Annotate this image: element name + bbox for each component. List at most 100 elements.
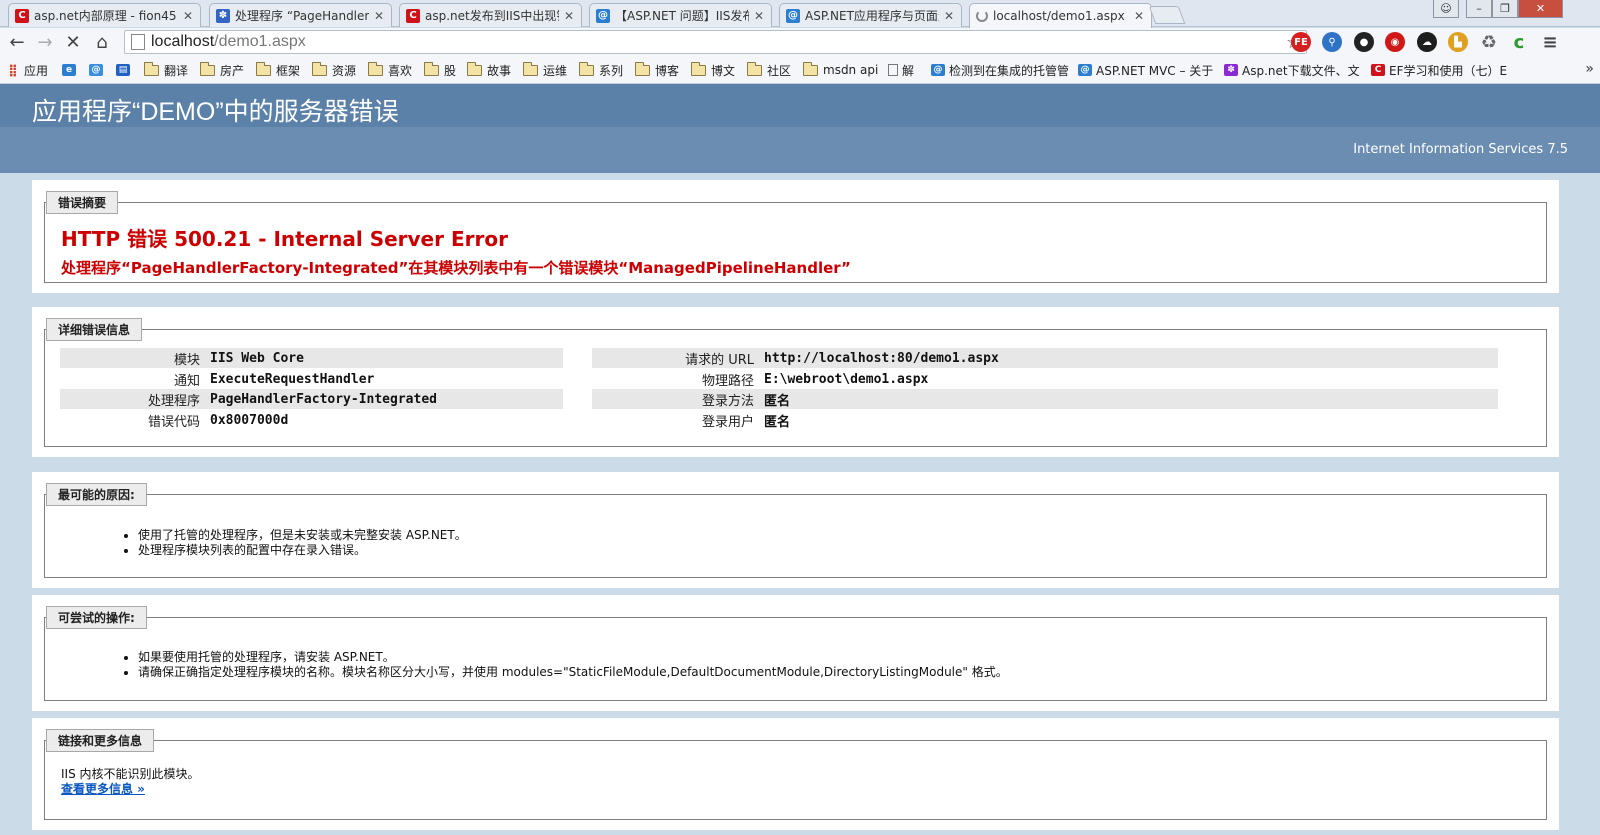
profile-icon[interactable]: ☺	[1433, 0, 1459, 18]
bookmark-15[interactable]: 博文	[691, 60, 735, 80]
page-icon	[888, 64, 898, 76]
more-info-link[interactable]: 查看更多信息 »	[61, 782, 145, 797]
forward-icon[interactable]: →	[34, 31, 56, 53]
close-window-icon[interactable]: ✕	[1518, 0, 1563, 18]
fe-extension-icon[interactable]: FE	[1291, 32, 1311, 52]
dark-orb-extension-icon[interactable]: ●	[1354, 32, 1374, 52]
error-title: HTTP 错误 500.21 - Internal Server Error	[61, 227, 508, 251]
bookmark-7[interactable]: 框架	[256, 60, 300, 80]
tab-3[interactable]: Casp.net发布到IIS中出现错 ✕	[399, 3, 582, 27]
detail-row: 通知 ExecuteRequestHandler	[60, 369, 563, 389]
bookmark-label: 博客	[655, 63, 680, 78]
address-bar[interactable]: localhost/demo1.aspx ☆	[124, 30, 1307, 54]
bookmark-5[interactable]: 翻译	[144, 60, 188, 80]
error-summary-panel: 错误摘要 HTTP 错误 500.21 - Internal Server Er…	[32, 180, 1559, 293]
back-icon[interactable]: ←	[6, 31, 28, 53]
detail-value: PageHandlerFactory-Integrated	[210, 391, 437, 407]
bookmark-1[interactable]: ⣿ 应用	[6, 60, 48, 80]
c-extension-icon[interactable]: c	[1509, 32, 1529, 53]
bookmark-4[interactable]: ▤	[116, 60, 134, 80]
bookmark-14[interactable]: 博客	[635, 60, 679, 80]
things-to-try-legend: 可尝试的操作:	[46, 606, 147, 629]
search-zoom-extension-icon[interactable]: ⚲	[1322, 32, 1342, 52]
new-tab-button[interactable]	[1148, 6, 1186, 24]
bookmark-17[interactable]: msdn api	[803, 60, 878, 80]
site-favicon-icon: ✽	[216, 8, 230, 23]
error-description: 处理程序“PageHandlerFactory-Integrated”在其模块列…	[61, 259, 851, 277]
recycle-extension-icon[interactable]: ♻	[1479, 32, 1499, 53]
bookmarks-bar: ⣿ 应用 e @ ▤ 翻译 房产 框架 资源 喜欢 股 故事 运维 系列 博客 博文 社区 msdn api 解 @ 检…	[0, 57, 1600, 84]
site-favicon-icon: C	[1371, 64, 1385, 76]
tab-close-icon[interactable]: ✕	[753, 9, 765, 23]
detail-label: 登录方法	[701, 393, 754, 409]
folder-icon	[523, 61, 538, 76]
site-favicon-icon: ▤	[116, 64, 130, 76]
site-favicon-icon: ✽	[1224, 64, 1238, 76]
page-header: 应用程序“DEMO”中的服务器错误 Internet Information S…	[0, 84, 1600, 173]
page-title: 应用程序“DEMO”中的服务器错误	[32, 98, 399, 126]
folder-icon	[424, 61, 439, 76]
links-text: IIS 内核不能识别此模块。	[61, 767, 200, 781]
error-summary-legend: 错误摘要	[46, 191, 119, 214]
bookmark-9[interactable]: 喜欢	[368, 60, 412, 80]
bookmark-8[interactable]: 资源	[312, 60, 356, 80]
bookmark-2[interactable]: e	[62, 60, 80, 80]
page-icon	[131, 34, 145, 50]
folder-icon	[368, 61, 383, 76]
bookmark-16[interactable]: 社区	[747, 60, 791, 80]
bookmark-20[interactable]: @ ASP.NET MVC – 关于	[1078, 60, 1213, 80]
detailed-info-legend: 详细错误信息	[46, 318, 143, 341]
bookmark-label: 资源	[332, 63, 357, 78]
tab-close-icon[interactable]: ✕	[373, 9, 385, 23]
bookmark-6[interactable]: 房产	[200, 60, 244, 80]
bookmark-label: 运维	[543, 63, 568, 78]
detail-value: 匿名	[764, 414, 791, 430]
stop-icon[interactable]: ✕	[62, 31, 84, 53]
detailed-info-panel: 详细错误信息 模块 IIS Web Core 通知 ExecuteRequestHan…	[32, 307, 1559, 457]
bookmark-22[interactable]: C EF学习和使用（七）E	[1371, 60, 1507, 80]
bookmark-label: 博文	[711, 63, 736, 78]
menu-icon[interactable]: ≡	[1540, 32, 1560, 53]
bookmark-11[interactable]: 故事	[467, 60, 511, 80]
tab-label: localhost/demo1.aspx	[993, 9, 1125, 23]
cloud-extension-icon[interactable]: ☁	[1417, 32, 1437, 52]
bookmark-13[interactable]: 系列	[579, 60, 623, 80]
site-favicon-icon: @	[786, 8, 800, 23]
tab-close-icon[interactable]: ✕	[943, 9, 955, 23]
list-item: 使用了托管的处理程序，但是未安装或未完整安装 ASP.NET。	[138, 528, 467, 543]
tab-close-icon[interactable]: ✕	[182, 9, 194, 23]
site-favicon-icon: @	[89, 64, 103, 76]
tab-4[interactable]: @ 【ASP.NET 问题】IIS发布 ✕	[589, 3, 772, 27]
detail-row: 登录方法 匿名	[592, 389, 1498, 409]
tab-2[interactable]: ✽ 处理程序 “PageHandlerFa ✕	[209, 3, 392, 27]
chart-extension-icon[interactable]: ▙	[1448, 32, 1468, 52]
tab-6[interactable]: localhost/demo1.aspx ✕	[969, 3, 1152, 28]
bookmark-21[interactable]: ✽ Asp.net下载文件、文	[1224, 60, 1360, 80]
likely-causes-panel: 最可能的原因: 使用了托管的处理程序，但是未安装或未完整安装 ASP.NET。 …	[32, 472, 1559, 588]
red-ring-extension-icon[interactable]: ◉	[1385, 32, 1405, 52]
tab-5[interactable]: @ ASP.NET应用程序与页面生 ✕	[779, 3, 962, 27]
detail-label: 通知	[173, 373, 200, 389]
bookmarks-overflow-icon[interactable]: »	[1585, 61, 1594, 77]
list-item: 如果要使用托管的处理程序，请安装 ASP.NET。	[138, 650, 1008, 665]
folder-icon	[312, 61, 327, 76]
home-icon[interactable]: ⌂	[91, 31, 113, 53]
detail-label: 物理路径	[701, 373, 754, 389]
bookmark-label: 检测到在集成的托管管	[949, 63, 1070, 78]
bookmark-label: 系列	[599, 63, 624, 78]
site-favicon-icon: @	[596, 8, 610, 23]
bookmark-label: 解	[902, 63, 915, 78]
tab-close-icon[interactable]: ✕	[1133, 9, 1145, 23]
folder-icon	[691, 61, 706, 76]
bookmark-19[interactable]: @ 检测到在集成的托管管	[931, 60, 1069, 80]
minimize-icon[interactable]: –	[1466, 0, 1492, 18]
bookmark-12[interactable]: 运维	[523, 60, 567, 80]
bookmark-10[interactable]: 股	[424, 60, 456, 80]
bookmark-3[interactable]: @	[89, 60, 107, 80]
tab-1[interactable]: Casp.net内部原理 - fion45 ✕	[8, 3, 201, 27]
tab-close-icon[interactable]: ✕	[563, 9, 575, 23]
bookmark-label: EF学习和使用（七）E	[1389, 63, 1508, 78]
detail-label: 登录用户	[701, 414, 754, 430]
maximize-icon[interactable]: ❐	[1492, 0, 1518, 18]
bookmark-18[interactable]: 解	[888, 60, 914, 80]
